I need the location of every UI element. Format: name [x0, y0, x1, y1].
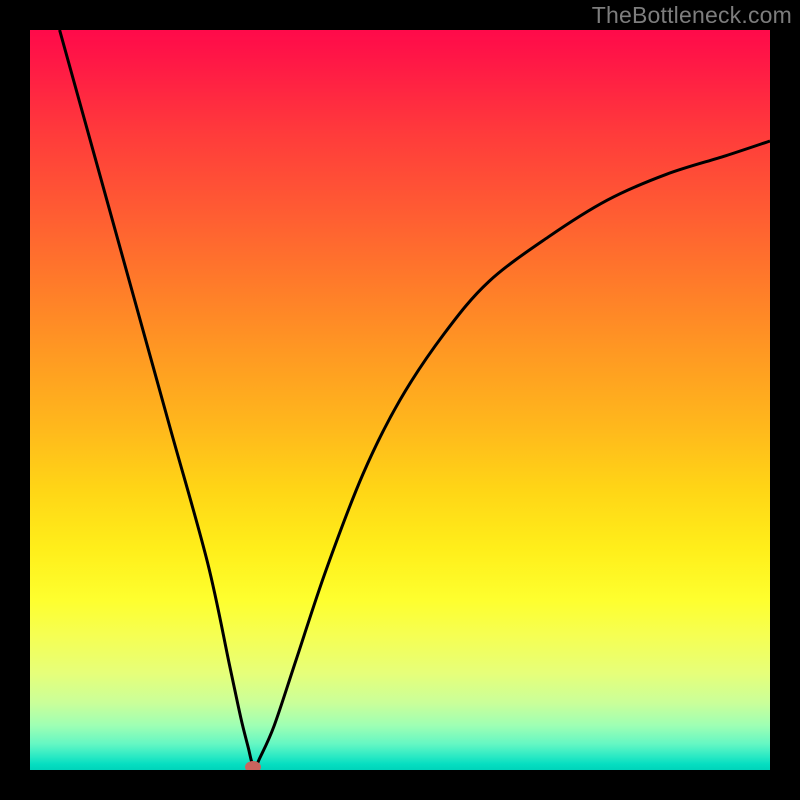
bottleneck-curve — [60, 30, 770, 766]
chart-container: TheBottleneck.com — [0, 0, 800, 800]
watermark-text: TheBottleneck.com — [592, 2, 792, 29]
curve-svg — [30, 30, 770, 770]
plot-area — [30, 30, 770, 770]
optimum-marker — [245, 761, 261, 770]
